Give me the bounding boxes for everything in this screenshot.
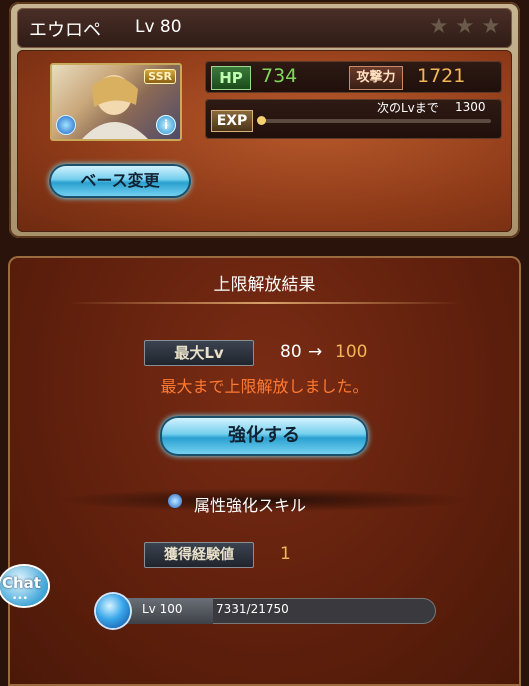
character-info-panel: SSR i ベース変更 HP 734 攻撃力 1721 EXP 次のLvまで 1… xyxy=(17,50,512,232)
chat-button[interactable]: Chat ••• xyxy=(0,566,48,606)
hp-value: 734 xyxy=(261,65,298,87)
level-from: 80 xyxy=(280,342,302,362)
result-title: 上限解放結果 xyxy=(213,275,316,295)
chat-dots-icon: ••• xyxy=(12,594,28,604)
rarity-badge: SSR xyxy=(144,69,176,84)
max-level-label: 最大Lv xyxy=(144,340,254,366)
enhance-button[interactable]: 強化する xyxy=(160,416,368,456)
chat-label: Chat xyxy=(2,574,41,592)
star-icon xyxy=(481,14,501,39)
skill-progress-bar: Lv 100 7331/21750 xyxy=(100,598,436,624)
limit-break-result-panel: 上限解放結果 最大Lv 80 → 100 最大まで上限解放しました。 強化する … xyxy=(8,256,521,686)
skill-name: 属性強化スキル xyxy=(194,496,307,515)
character-card: エウロペ Lv 80 SSR i ベース変更 HP 734 攻撃力 1721 xyxy=(9,2,520,238)
attack-value: 1721 xyxy=(417,65,466,87)
star-icon xyxy=(429,14,449,39)
exp-bar xyxy=(257,116,491,125)
info-icon[interactable]: i xyxy=(156,115,176,135)
limit-break-message: 最大まで上限解放しました。 xyxy=(160,377,369,396)
skill-progress-text: 7331/21750 xyxy=(216,602,289,616)
exp-panel: EXP 次のLvまで 1300 xyxy=(205,99,502,139)
title-bar: エウロペ Lv 80 xyxy=(17,8,512,48)
base-change-button[interactable]: ベース変更 xyxy=(49,164,191,198)
character-portrait[interactable]: SSR i xyxy=(50,63,182,141)
level-arrow: → xyxy=(308,342,323,362)
character-name: エウロペ xyxy=(29,20,101,41)
attack-label: 攻撃力 xyxy=(349,66,403,90)
level-to: 100 xyxy=(335,342,368,362)
title-divider xyxy=(68,302,461,304)
skill-level: Lv 100 xyxy=(142,602,183,616)
hp-label: HP xyxy=(211,66,251,90)
exp-bar-knob xyxy=(257,116,266,125)
next-level-label: 次のLvまで xyxy=(377,101,439,115)
next-level-value: 1300 xyxy=(455,100,486,114)
character-level: Lv 80 xyxy=(135,17,182,37)
water-element-icon xyxy=(96,594,130,628)
skill-orb-icon xyxy=(168,494,182,508)
exp-gained-value: 1 xyxy=(280,544,291,564)
water-element-icon xyxy=(56,115,76,135)
exp-gained-label: 獲得経験値 xyxy=(144,542,254,568)
exp-label: EXP xyxy=(211,110,253,132)
stats-panel: HP 734 攻撃力 1721 xyxy=(205,61,502,93)
star-icon xyxy=(455,14,475,39)
